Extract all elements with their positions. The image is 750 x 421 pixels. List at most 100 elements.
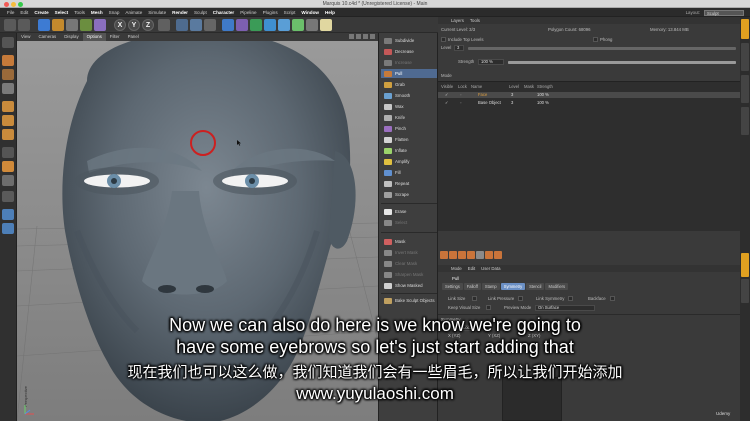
brush-select[interactable]: Select: [381, 218, 437, 227]
link-symmetry-checkbox[interactable]: [568, 296, 573, 301]
delete-layer-icon[interactable]: [467, 251, 475, 259]
collapse-layer-icon[interactable]: [476, 251, 484, 259]
level-field[interactable]: 3: [454, 45, 464, 51]
menu-render[interactable]: Render: [169, 8, 191, 17]
snap-icon[interactable]: [2, 175, 14, 186]
subtab-stamp[interactable]: Stamp: [481, 283, 500, 290]
layer-row[interactable]: ✓ ▫ Base Object 3 100 %: [438, 100, 740, 106]
visible-check-icon[interactable]: ✓: [445, 92, 449, 98]
side-tab-structure[interactable]: [741, 75, 749, 103]
menu-window[interactable]: Window: [298, 8, 322, 17]
brush-mask[interactable]: Mask: [381, 237, 437, 246]
side-tab-content-browser[interactable]: [741, 43, 749, 71]
add-layer-icon[interactable]: [440, 251, 448, 259]
add-folder-icon[interactable]: [449, 251, 457, 259]
clear-layer-icon[interactable]: [494, 251, 502, 259]
bake-layer-icon[interactable]: [458, 251, 466, 259]
points-mode-icon[interactable]: [2, 101, 14, 112]
move-view-icon[interactable]: [349, 34, 354, 39]
brush-inflate[interactable]: Inflate: [381, 146, 437, 155]
subtab-stencil[interactable]: Stencil: [526, 283, 545, 290]
z-axis-button[interactable]: Z: [142, 19, 154, 31]
menu-file[interactable]: File: [4, 8, 17, 17]
menu-help[interactable]: Help: [322, 8, 338, 17]
tab-mode[interactable]: Mode: [448, 265, 465, 272]
layout-dropdown[interactable]: Sculpt: [704, 9, 744, 16]
tab-tools[interactable]: Tools: [467, 17, 483, 24]
menu-sculpt[interactable]: Sculpt: [191, 8, 210, 17]
cube-primitive-icon[interactable]: [222, 19, 234, 31]
subdivision-surface-icon[interactable]: [250, 19, 262, 31]
scene-icon[interactable]: [292, 19, 304, 31]
make-editable-icon[interactable]: [2, 37, 14, 48]
keep-visual-size-checkbox[interactable]: [486, 305, 491, 310]
brush-sharpen-mask[interactable]: Sharpen Mask: [381, 270, 437, 279]
brush-knife[interactable]: Knife: [381, 113, 437, 122]
render-settings-icon[interactable]: [204, 19, 216, 31]
enable-axis-icon[interactable]: [2, 147, 14, 158]
menu-character[interactable]: Character: [210, 8, 237, 17]
rotate-view-icon[interactable]: [363, 34, 368, 39]
menu-edit[interactable]: Edit: [17, 8, 31, 17]
level-slider[interactable]: [468, 47, 736, 50]
side-tab-objects[interactable]: [741, 19, 749, 39]
rotate-icon[interactable]: [80, 19, 92, 31]
toggle-view-icon[interactable]: [370, 34, 375, 39]
viewport-menu-filter[interactable]: Filter: [106, 33, 124, 41]
strength-slider[interactable]: [508, 61, 736, 64]
zoom-view-icon[interactable]: [356, 34, 361, 39]
spline-pen-icon[interactable]: [236, 19, 248, 31]
menu-plugins[interactable]: Plugins: [260, 8, 281, 17]
brush-amplify[interactable]: Amplify: [381, 157, 437, 166]
lock-icon[interactable]: ▫: [460, 92, 462, 98]
brush-repeat[interactable]: Repeat: [381, 179, 437, 188]
viewport-menu-panel[interactable]: Panel: [124, 33, 143, 41]
brush-clear-mask[interactable]: Clear Mask: [381, 259, 437, 268]
recent-tools-icon[interactable]: [94, 19, 106, 31]
mirror-layer-icon[interactable]: [485, 251, 493, 259]
model-mode-icon[interactable]: [2, 55, 14, 66]
brush-bake-sculpt-objects[interactable]: Bake Sculpt Objects: [381, 296, 437, 305]
link-pressure-checkbox[interactable]: [518, 296, 523, 301]
side-tab-layers[interactable]: [741, 107, 749, 135]
backface-checkbox[interactable]: [610, 296, 615, 301]
menu-script[interactable]: Script: [281, 8, 299, 17]
brush-erase[interactable]: Erase: [381, 207, 437, 216]
layer-icon[interactable]: [2, 223, 14, 234]
brush-subdivide[interactable]: Subdivide: [381, 36, 437, 45]
side-tab-coordinates[interactable]: [741, 279, 749, 303]
undo-icon[interactable]: [4, 19, 16, 31]
locked-workplane-icon[interactable]: [2, 191, 14, 202]
menu-simulate[interactable]: Simulate: [145, 8, 169, 17]
live-selection-icon[interactable]: [38, 19, 50, 31]
deformer-icon[interactable]: [278, 19, 290, 31]
camera-icon[interactable]: [306, 19, 318, 31]
sculpt-mode-icon[interactable]: [2, 209, 14, 220]
subtab-settings[interactable]: Settings: [442, 283, 463, 290]
subtab-modifiers[interactable]: Modifiers: [545, 283, 569, 290]
strength-field[interactable]: 100 %: [478, 59, 504, 65]
tab-layers[interactable]: Layers: [448, 17, 467, 24]
tab-user-data[interactable]: User Data: [478, 265, 503, 272]
brush-invert-mask[interactable]: Invert Mask: [381, 248, 437, 257]
menu-snap[interactable]: Snap: [106, 8, 123, 17]
brush-decrease[interactable]: Decrease: [381, 47, 437, 56]
phong-checkbox[interactable]: [593, 37, 598, 42]
subtab-falloff[interactable]: Falloff: [463, 283, 481, 290]
light-icon[interactable]: [320, 19, 332, 31]
subtab-symmetry[interactable]: Symmetry: [500, 283, 526, 290]
menu-mesh[interactable]: Mesh: [88, 8, 106, 17]
coordinate-system-icon[interactable]: [158, 19, 170, 31]
menu-create[interactable]: Create: [31, 8, 51, 17]
menu-tools[interactable]: Tools: [71, 8, 88, 17]
brush-pull[interactable]: Pull: [381, 69, 437, 78]
viewport-menu-view[interactable]: View: [17, 33, 34, 41]
link-size-checkbox[interactable]: [472, 296, 477, 301]
layer-row[interactable]: ✓ ▫ Face 3 100 %: [438, 92, 740, 98]
include-top-levels-checkbox[interactable]: [441, 37, 446, 42]
viewport-menu-options[interactable]: Options: [82, 33, 106, 41]
brush-grab[interactable]: Grab: [381, 80, 437, 89]
menu-pipeline[interactable]: Pipeline: [237, 8, 259, 17]
scale-icon[interactable]: [66, 19, 78, 31]
redo-icon[interactable]: [18, 19, 30, 31]
